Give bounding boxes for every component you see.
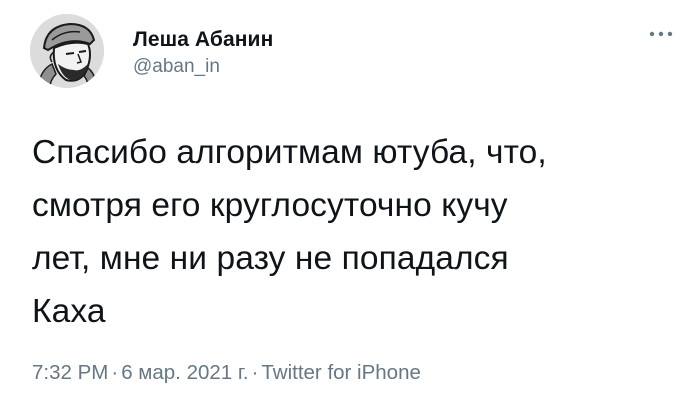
author-display-name[interactable]: Леша Абанин: [133, 27, 273, 53]
meta-separator: ·: [251, 361, 259, 384]
tweet-source[interactable]: Twitter for iPhone: [261, 361, 421, 384]
tweet-date[interactable]: 6 мар. 2021 г.: [121, 361, 248, 384]
avatar[interactable]: [30, 14, 104, 88]
avatar-sketch-icon: [30, 14, 104, 88]
meta-separator: ·: [111, 361, 119, 384]
more-options-button[interactable]: [648, 26, 674, 42]
author-block: Леша Абанин @aban_in: [133, 27, 273, 80]
tweet-card: Леша Абанин @aban_in Спасибо алгоритмам …: [0, 0, 700, 407]
author-handle[interactable]: @aban_in: [133, 54, 273, 80]
tweet-text: Спасибо алгоритмам ютуба, что, смотря ег…: [32, 134, 547, 330]
tweet-time[interactable]: 7:32 PM: [32, 361, 108, 384]
more-horizontal-icon: [649, 31, 673, 37]
tweet-meta: 7:32 PM · 6 мар. 2021 г. · Twitter for iPhon…: [32, 360, 421, 386]
